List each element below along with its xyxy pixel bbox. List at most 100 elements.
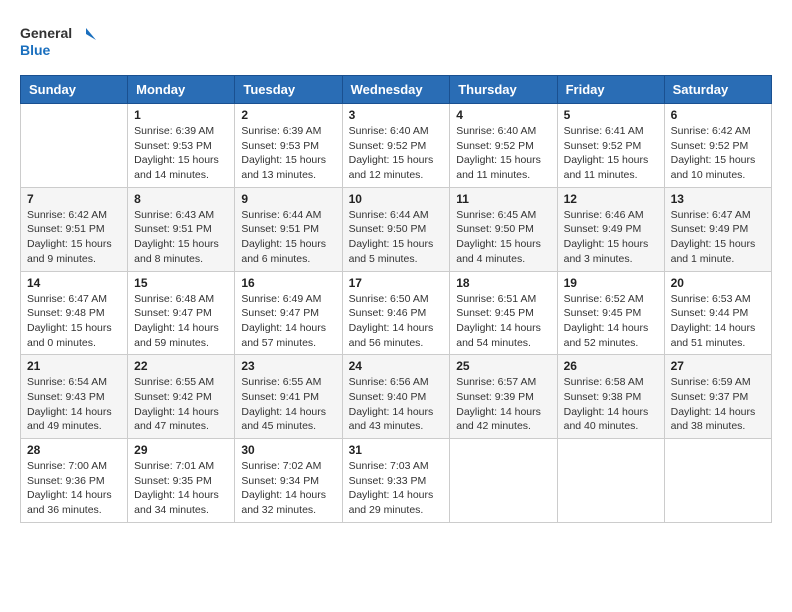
day-info: Sunrise: 6:47 AM Sunset: 9:48 PM Dayligh… [27,292,121,351]
day-number: 17 [349,276,444,290]
calendar-cell: 9Sunrise: 6:44 AM Sunset: 9:51 PM Daylig… [235,187,342,271]
calendar-cell: 18 Sunrise: 6:51 AM Sunset: 9:45 PM Dayli… [450,271,557,355]
calendar-cell: 13 Sunrise: 6:47 AM Sunset: 9:49 PM Dayli… [664,187,771,271]
day-info: Sunrise: 6:39 AM Sunset: 9:53 PM Dayligh… [134,124,228,183]
day-info: Sunrise: 6:52 AM Sunset: 9:45 PM Dayligh… [564,292,658,351]
calendar-cell: 5Sunrise: 6:41 AM Sunset: 9:52 PM Daylig… [557,104,664,188]
week-row-3: 14 Sunrise: 6:47 AM Sunset: 9:48 PM Dayli… [21,271,772,355]
calendar-cell: 3 Sunrise: 6:40 AM Sunset: 9:52 PM Daylig… [342,104,450,188]
day-header-sunday: Sunday [21,76,128,104]
day-number: 13 [671,192,765,206]
day-info: Sunrise: 7:01 AM Sunset: 9:35 PM Dayligh… [134,459,228,518]
calendar-cell: 17Sunrise: 6:50 AM Sunset: 9:46 PM Dayli… [342,271,450,355]
calendar-cell: 30 Sunrise: 7:02 AM Sunset: 9:34 PM Dayli… [235,439,342,523]
calendar-cell: 28 Sunrise: 7:00 AM Sunset: 9:36 PM Dayli… [21,439,128,523]
calendar-cell: 7Sunrise: 6:42 AM Sunset: 9:51 PM Daylig… [21,187,128,271]
logo: General Blue [20,20,100,65]
day-number: 29 [134,443,228,457]
calendar-cell: 21 Sunrise: 6:54 AM Sunset: 9:43 PM Dayli… [21,355,128,439]
day-number: 18 [456,276,550,290]
day-number: 10 [349,192,444,206]
calendar-cell: 2Sunrise: 6:39 AM Sunset: 9:53 PM Daylig… [235,104,342,188]
day-info: Sunrise: 6:56 AM Sunset: 9:40 PM Dayligh… [349,375,444,434]
day-info: Sunrise: 6:40 AM Sunset: 9:52 PM Dayligh… [456,124,550,183]
calendar-cell: 1 Sunrise: 6:39 AM Sunset: 9:53 PM Daylig… [128,104,235,188]
week-row-5: 28 Sunrise: 7:00 AM Sunset: 9:36 PM Dayli… [21,439,772,523]
day-info: Sunrise: 6:49 AM Sunset: 9:47 PM Dayligh… [241,292,335,351]
calendar-cell: 8 Sunrise: 6:43 AM Sunset: 9:51 PM Daylig… [128,187,235,271]
day-info: Sunrise: 6:39 AM Sunset: 9:53 PM Dayligh… [241,124,335,183]
calendar-cell: 26 Sunrise: 6:58 AM Sunset: 9:38 PM Dayli… [557,355,664,439]
day-info: Sunrise: 6:53 AM Sunset: 9:44 PM Dayligh… [671,292,765,351]
day-header-saturday: Saturday [664,76,771,104]
week-row-1: 1 Sunrise: 6:39 AM Sunset: 9:53 PM Daylig… [21,104,772,188]
week-row-4: 21 Sunrise: 6:54 AM Sunset: 9:43 PM Dayli… [21,355,772,439]
day-number: 7 [27,192,121,206]
day-info: Sunrise: 6:54 AM Sunset: 9:43 PM Dayligh… [27,375,121,434]
day-info: Sunrise: 6:41 AM Sunset: 9:52 PM Dayligh… [564,124,658,183]
day-number: 8 [134,192,228,206]
day-info: Sunrise: 6:51 AM Sunset: 9:45 PM Dayligh… [456,292,550,351]
day-header-tuesday: Tuesday [235,76,342,104]
week-row-2: 7Sunrise: 6:42 AM Sunset: 9:51 PM Daylig… [21,187,772,271]
day-number: 16 [241,276,335,290]
days-header-row: SundayMondayTuesdayWednesdayThursdayFrid… [21,76,772,104]
day-info: Sunrise: 6:59 AM Sunset: 9:37 PM Dayligh… [671,375,765,434]
day-number: 19 [564,276,658,290]
day-number: 1 [134,108,228,122]
day-info: Sunrise: 6:40 AM Sunset: 9:52 PM Dayligh… [349,124,444,183]
day-number: 24 [349,359,444,373]
day-number: 30 [241,443,335,457]
day-info: Sunrise: 7:02 AM Sunset: 9:34 PM Dayligh… [241,459,335,518]
day-number: 21 [27,359,121,373]
calendar-cell [21,104,128,188]
day-number: 22 [134,359,228,373]
page-header: General Blue [20,20,772,65]
calendar-cell: 11 Sunrise: 6:45 AM Sunset: 9:50 PM Dayli… [450,187,557,271]
calendar-cell [664,439,771,523]
day-info: Sunrise: 7:03 AM Sunset: 9:33 PM Dayligh… [349,459,444,518]
calendar-cell: 31 Sunrise: 7:03 AM Sunset: 9:33 PM Dayli… [342,439,450,523]
calendar-cell [450,439,557,523]
calendar-cell: 10 Sunrise: 6:44 AM Sunset: 9:50 PM Dayli… [342,187,450,271]
day-number: 6 [671,108,765,122]
calendar-cell: 22 Sunrise: 6:55 AM Sunset: 9:42 PM Dayli… [128,355,235,439]
day-number: 25 [456,359,550,373]
day-number: 20 [671,276,765,290]
day-number: 23 [241,359,335,373]
day-number: 28 [27,443,121,457]
calendar-cell: 19 Sunrise: 6:52 AM Sunset: 9:45 PM Dayli… [557,271,664,355]
day-number: 26 [564,359,658,373]
calendar-cell: 16 Sunrise: 6:49 AM Sunset: 9:47 PM Dayli… [235,271,342,355]
calendar-cell [557,439,664,523]
calendar-cell: 6Sunrise: 6:42 AM Sunset: 9:52 PM Daylig… [664,104,771,188]
day-number: 3 [349,108,444,122]
day-info: Sunrise: 6:44 AM Sunset: 9:51 PM Dayligh… [241,208,335,267]
svg-text:General: General [20,25,72,41]
day-number: 11 [456,192,550,206]
calendar-cell: 4 Sunrise: 6:40 AM Sunset: 9:52 PM Daylig… [450,104,557,188]
day-number: 15 [134,276,228,290]
day-info: Sunrise: 7:00 AM Sunset: 9:36 PM Dayligh… [27,459,121,518]
day-header-monday: Monday [128,76,235,104]
day-info: Sunrise: 6:58 AM Sunset: 9:38 PM Dayligh… [564,375,658,434]
day-number: 4 [456,108,550,122]
day-header-friday: Friday [557,76,664,104]
day-number: 31 [349,443,444,457]
day-info: Sunrise: 6:57 AM Sunset: 9:39 PM Dayligh… [456,375,550,434]
day-info: Sunrise: 6:55 AM Sunset: 9:42 PM Dayligh… [134,375,228,434]
calendar-cell: 29 Sunrise: 7:01 AM Sunset: 9:35 PM Dayli… [128,439,235,523]
logo-svg: General Blue [20,20,100,65]
day-info: Sunrise: 6:55 AM Sunset: 9:41 PM Dayligh… [241,375,335,434]
day-info: Sunrise: 6:45 AM Sunset: 9:50 PM Dayligh… [456,208,550,267]
day-number: 12 [564,192,658,206]
day-info: Sunrise: 6:44 AM Sunset: 9:50 PM Dayligh… [349,208,444,267]
calendar-cell: 23 Sunrise: 6:55 AM Sunset: 9:41 PM Dayli… [235,355,342,439]
day-number: 14 [27,276,121,290]
calendar-cell: 14 Sunrise: 6:47 AM Sunset: 9:48 PM Dayli… [21,271,128,355]
day-info: Sunrise: 6:43 AM Sunset: 9:51 PM Dayligh… [134,208,228,267]
calendar-cell: 15Sunrise: 6:48 AM Sunset: 9:47 PM Dayli… [128,271,235,355]
calendar-table: SundayMondayTuesdayWednesdayThursdayFrid… [20,75,772,523]
day-info: Sunrise: 6:47 AM Sunset: 9:49 PM Dayligh… [671,208,765,267]
calendar-cell: 12Sunrise: 6:46 AM Sunset: 9:49 PM Dayli… [557,187,664,271]
